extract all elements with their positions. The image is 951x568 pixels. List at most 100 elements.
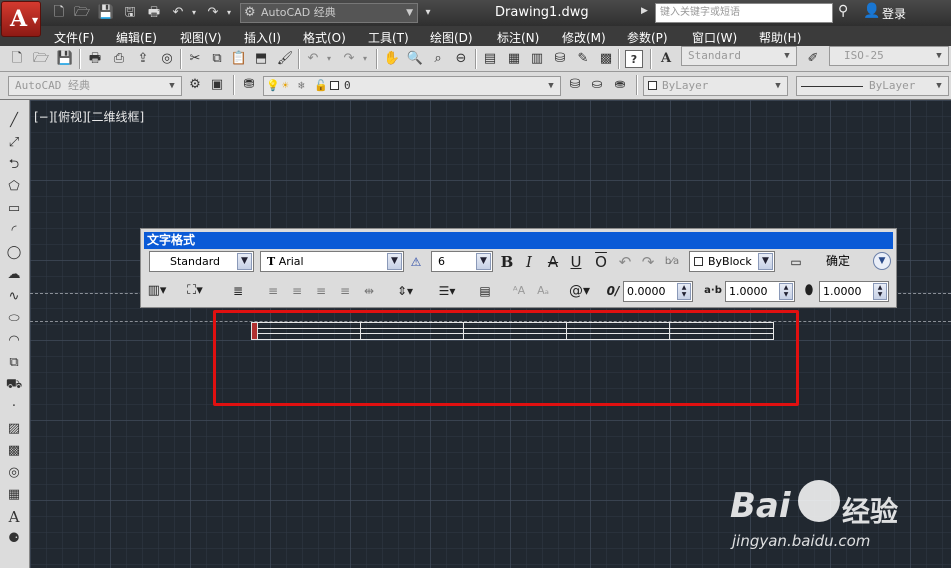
table-icon[interactable]: ▦: [5, 486, 23, 504]
circle-icon[interactable]: ◯: [5, 244, 23, 262]
undo-icon[interactable]: ↶: [615, 252, 635, 272]
menu-help[interactable]: 帮助(H): [759, 29, 801, 46]
arc-icon[interactable]: ◜: [5, 222, 23, 240]
uppercase-icon[interactable]: ᴬA: [509, 281, 529, 301]
print-icon[interactable]: 🖶: [145, 4, 163, 22]
multiline-text-icon[interactable]: A: [5, 508, 23, 526]
properties-icon[interactable]: ▤: [481, 50, 499, 68]
insert-block-icon[interactable]: ⧉: [5, 354, 23, 372]
distribute-icon[interactable]: ⇹: [359, 281, 379, 301]
options-dropdown-icon[interactable]: ▼: [873, 252, 891, 270]
copy-icon[interactable]: ⧉: [208, 50, 226, 68]
make-block-icon[interactable]: ⛟: [5, 376, 23, 394]
ellipse-icon[interactable]: ⬭: [5, 310, 23, 328]
spinner-icon[interactable]: ▲ ▼: [677, 283, 691, 300]
workspace-select[interactable]: AutoCAD 经典 ▼: [8, 76, 182, 96]
spinner-icon[interactable]: ▲ ▼: [873, 283, 887, 300]
undo-dropdown-icon[interactable]: ▾: [320, 50, 338, 68]
open-file-icon[interactable]: 🗁: [32, 50, 50, 68]
menu-draw[interactable]: 绘图(D): [430, 29, 473, 46]
layer-states-icon[interactable]: ⛂: [611, 76, 629, 94]
menu-format[interactable]: 格式(O): [303, 29, 346, 46]
print-icon[interactable]: 🖶: [86, 50, 104, 68]
construction-line-icon[interactable]: ⤢: [5, 134, 23, 152]
text-style-select[interactable]: Standard ▼: [681, 46, 797, 66]
text-style-icon[interactable]: A: [657, 50, 675, 68]
menu-parameters[interactable]: 参数(P): [627, 29, 668, 46]
spline-icon[interactable]: ∿: [5, 288, 23, 306]
redo-icon[interactable]: ↷: [638, 252, 658, 272]
application-menu-button[interactable]: A ▼: [1, 1, 41, 37]
text-height-select[interactable]: 6 ▼: [431, 251, 493, 272]
login-link[interactable]: 登录: [882, 5, 906, 22]
hatch-icon[interactable]: ▨: [5, 420, 23, 438]
menu-dimension[interactable]: 标注(N): [497, 29, 539, 46]
quick-access-more-icon[interactable]: ▾: [419, 4, 437, 22]
italic-button[interactable]: I: [519, 252, 539, 272]
bold-button[interactable]: B: [497, 252, 517, 272]
justify-icon[interactable]: ≡: [335, 281, 355, 301]
menu-tools[interactable]: 工具(T): [368, 29, 409, 46]
calculator-icon[interactable]: ▩: [597, 50, 615, 68]
strikethrough-button[interactable]: A: [543, 252, 563, 272]
oblique-angle-input[interactable]: 0.0000 ▲ ▼: [623, 281, 693, 302]
match-properties-icon[interactable]: 🖌: [276, 50, 294, 68]
3d-print-icon[interactable]: ◎: [158, 50, 176, 68]
gear-icon[interactable]: ⚙: [186, 76, 204, 94]
new-file-icon[interactable]: 🗋: [50, 4, 68, 22]
stack-icon[interactable]: b⁄a: [662, 252, 682, 272]
dimension-style-icon[interactable]: ✐: [804, 50, 822, 68]
dimension-style-select[interactable]: ISO-25 ▼: [829, 46, 949, 66]
columns-icon[interactable]: ▥▾: [147, 281, 167, 301]
redo-dropdown-icon[interactable]: ▾: [220, 4, 238, 22]
zoom-realtime-icon[interactable]: 🔍: [406, 50, 424, 68]
paste-icon[interactable]: 📋: [230, 50, 248, 68]
annotative-icon[interactable]: ⚠: [406, 252, 426, 272]
underline-button[interactable]: U: [566, 252, 586, 272]
ellipse-arc-icon[interactable]: ◠: [5, 332, 23, 350]
text-style-select[interactable]: Standard ▼: [149, 251, 254, 272]
color-select[interactable]: ByLayer ▼: [643, 76, 788, 96]
linetype-select[interactable]: ByLayer ▼: [796, 76, 949, 96]
viewport-label[interactable]: [−][俯视][二维线框]: [34, 108, 144, 125]
save-as-icon[interactable]: 🖫: [121, 4, 139, 22]
zoom-window-icon[interactable]: ⌕: [429, 50, 447, 68]
cut-icon[interactable]: ✂: [186, 50, 204, 68]
menu-file[interactable]: 文件(F): [54, 29, 94, 46]
gradient-icon[interactable]: ▩: [5, 442, 23, 460]
search-input[interactable]: 键入关键字或短语: [655, 3, 833, 23]
text-color-select[interactable]: ByBlock ▼: [689, 251, 775, 272]
width-factor-input[interactable]: 1.0000 ▲ ▼: [819, 281, 889, 302]
help-icon[interactable]: ?: [625, 50, 643, 68]
sheet-set-icon[interactable]: ⛁: [551, 50, 569, 68]
markup-icon[interactable]: ✎: [574, 50, 592, 68]
redo-dropdown-icon[interactable]: ▾: [356, 50, 374, 68]
menu-insert[interactable]: 插入(I): [244, 29, 281, 46]
print-preview-icon[interactable]: ⎙: [110, 50, 128, 68]
design-center-icon[interactable]: ▦: [505, 50, 523, 68]
overline-button[interactable]: O: [591, 252, 611, 272]
ruler-icon[interactable]: ▭: [786, 252, 806, 272]
layer-select[interactable]: 💡 ☀ ❄ 🔓 0 ▼: [263, 76, 561, 96]
paragraph-icon[interactable]: ≣: [228, 281, 248, 301]
layer-previous-icon[interactable]: ⛀: [588, 76, 606, 94]
add-selected-icon[interactable]: ⚈: [5, 530, 23, 548]
symbol-button[interactable]: @▾: [569, 281, 590, 301]
mtext-justification-icon[interactable]: ⛶▾: [185, 281, 205, 301]
workspace-settings-icon[interactable]: ▣: [208, 76, 226, 94]
region-icon[interactable]: ◎: [5, 464, 23, 482]
insert-field-icon[interactable]: ▤: [475, 281, 495, 301]
publish-icon[interactable]: ⇪: [134, 50, 152, 68]
save-icon[interactable]: 💾: [56, 50, 74, 68]
binoculars-icon[interactable]: ⚲: [838, 3, 848, 19]
new-file-icon[interactable]: 🗋: [8, 50, 26, 68]
zoom-previous-icon[interactable]: ⊖: [452, 50, 470, 68]
font-select[interactable]: T Arial ▼: [260, 251, 404, 272]
menu-edit[interactable]: 编辑(E): [116, 29, 157, 46]
paste-block-icon[interactable]: ⬒: [252, 50, 270, 68]
text-format-title[interactable]: 文字格式: [144, 232, 893, 249]
menu-modify[interactable]: 修改(M): [562, 29, 606, 46]
menu-window[interactable]: 窗口(W): [692, 29, 737, 46]
pan-icon[interactable]: ✋: [383, 50, 401, 68]
numbering-icon[interactable]: ☰▾: [437, 281, 457, 301]
